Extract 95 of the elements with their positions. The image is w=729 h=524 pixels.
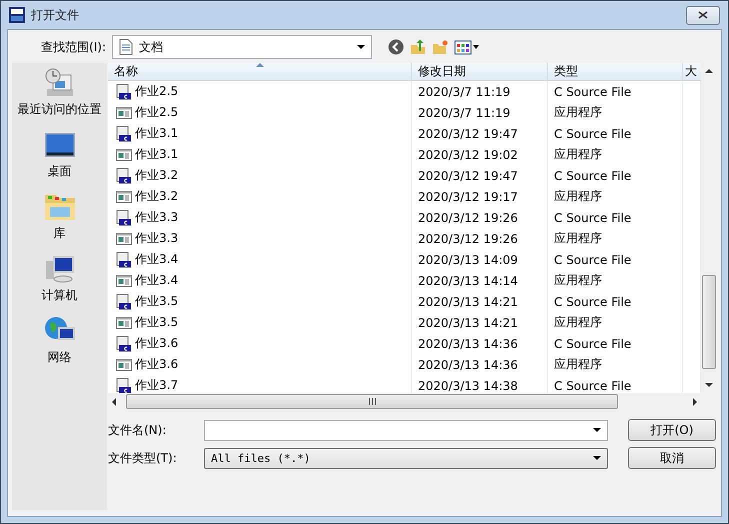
look-in-label: 查找范围(I): — [40, 38, 106, 56]
file-name-item[interactable]: 作业3.3 — [108, 228, 412, 249]
date-cell: 2020/3/12 19:17 — [412, 186, 548, 207]
place-item[interactable]: 计算机 — [42, 253, 78, 313]
application-icon — [116, 356, 132, 372]
application-icon — [116, 230, 132, 246]
date-cell: 2020/3/13 14:21 — [412, 291, 548, 312]
type-cell: C Source File — [548, 333, 683, 354]
type-cell: 应用程序 — [548, 186, 683, 207]
application-icon — [116, 272, 132, 288]
scroll-down-icon — [705, 383, 713, 387]
date-cell: 2020/3/13 14:14 — [412, 270, 548, 291]
c-source-file-icon — [116, 168, 132, 184]
file-name-field[interactable] — [204, 420, 608, 440]
file-name-label: 文件名(N): — [108, 422, 168, 438]
caret-icon — [593, 428, 601, 432]
computer-icon — [44, 253, 76, 285]
date-cell: 2020/3/12 19:26 — [412, 228, 548, 249]
date-cell: 2020/3/12 19:47 — [412, 165, 548, 186]
close-button[interactable] — [686, 6, 720, 24]
file-name-item[interactable]: 作业3.4 — [108, 249, 412, 270]
back-icon[interactable] — [388, 39, 404, 55]
date-cell: 2020/3/12 19:02 — [412, 144, 548, 165]
new-folder-icon[interactable] — [432, 39, 448, 55]
window-title: 打开文件 — [31, 6, 80, 24]
type-cell: 应用程序 — [548, 228, 683, 249]
scrollbar-thumb[interactable] — [702, 275, 716, 369]
recent-places-icon — [44, 67, 76, 99]
type-cell: 应用程序 — [548, 270, 683, 291]
file-name-item[interactable]: 作业3.6 — [108, 333, 412, 354]
place-item[interactable]: 桌面 — [44, 129, 76, 189]
type-cell: 应用程序 — [548, 354, 683, 375]
type-cell: C Source File — [548, 207, 683, 228]
file-name-item[interactable]: 作业3.6 — [108, 354, 412, 375]
view-menu-icon[interactable] — [454, 39, 480, 55]
file-name-item[interactable]: 作业3.4 — [108, 270, 412, 291]
look-in-dropdown[interactable]: 文档 — [112, 35, 372, 59]
application-icon — [116, 314, 132, 330]
scrollbar-thumb[interactable] — [126, 394, 618, 409]
file-name-item[interactable]: 作业3.2 — [108, 186, 412, 207]
open-button[interactable]: 打开(O) — [628, 419, 716, 441]
type-cell: 应用程序 — [548, 312, 683, 333]
type-cell: C Source File — [548, 123, 683, 144]
date-cell: 2020/3/13 14:21 — [412, 312, 548, 333]
caret-icon — [593, 456, 601, 460]
type-cell: C Source File — [548, 291, 683, 312]
file-name-item[interactable]: 作业3.1 — [108, 144, 412, 165]
column-header[interactable]: 修改日期 — [412, 63, 548, 80]
c-source-file-icon — [116, 210, 132, 226]
date-cell: 2020/3/12 19:26 — [412, 207, 548, 228]
sort-arrow-icon — [256, 63, 264, 67]
type-cell: C Source File — [548, 81, 683, 102]
c-source-file-icon — [116, 336, 132, 352]
c-source-file-icon — [116, 294, 132, 310]
document-icon — [119, 39, 133, 55]
application-icon — [116, 188, 132, 204]
file-name-item[interactable]: 作业3.3 — [108, 207, 412, 228]
file-name-item[interactable]: 作业2.5 — [108, 102, 412, 123]
scroll-left-icon — [112, 398, 116, 406]
file-name-item[interactable]: 作业2.5 — [108, 81, 412, 102]
date-cell: 2020/3/13 14:36 — [412, 333, 548, 354]
cancel-button[interactable]: 取消 — [628, 447, 716, 469]
date-cell: 2020/3/12 19:47 — [412, 123, 548, 144]
c-source-file-icon — [116, 126, 132, 142]
place-item[interactable]: 网络 — [44, 315, 76, 375]
file-name-item[interactable]: 作业3.1 — [108, 123, 412, 144]
date-cell: 2020/3/13 14:36 — [412, 354, 548, 375]
date-cell: 2020/3/7 11:19 — [412, 102, 548, 123]
app-icon — [9, 7, 25, 23]
column-header[interactable]: 名称 — [108, 63, 412, 80]
close-icon — [698, 11, 708, 19]
c-source-file-icon — [116, 252, 132, 268]
file-name-item[interactable]: 作业3.5 — [108, 312, 412, 333]
place-item[interactable]: 库 — [44, 191, 76, 251]
scroll-up-icon — [705, 69, 713, 73]
file-name-item[interactable]: 作业3.2 — [108, 165, 412, 186]
up-folder-icon[interactable] — [410, 39, 426, 55]
date-cell: 2020/3/13 14:09 — [412, 249, 548, 270]
type-cell: C Source File — [548, 249, 683, 270]
column-header[interactable]: 类型 — [548, 63, 683, 80]
date-cell: 2020/3/7 11:19 — [412, 81, 548, 102]
place-item[interactable]: 最近访问的位置 — [18, 67, 102, 127]
type-cell: C Source File — [548, 165, 683, 186]
caret-icon — [357, 45, 365, 49]
column-header[interactable]: 大 — [683, 63, 701, 80]
grip-icon — [368, 398, 376, 405]
file-type-label: 文件类型(T): — [108, 450, 178, 466]
application-icon — [116, 146, 132, 162]
file-name-item[interactable]: 作业3.5 — [108, 291, 412, 312]
application-icon — [116, 104, 132, 120]
type-cell: 应用程序 — [548, 102, 683, 123]
scroll-right-icon — [693, 398, 697, 406]
file-type-dropdown[interactable]: All files (*.*) — [204, 448, 608, 468]
c-source-file-icon — [116, 84, 132, 100]
type-cell: 应用程序 — [548, 144, 683, 165]
